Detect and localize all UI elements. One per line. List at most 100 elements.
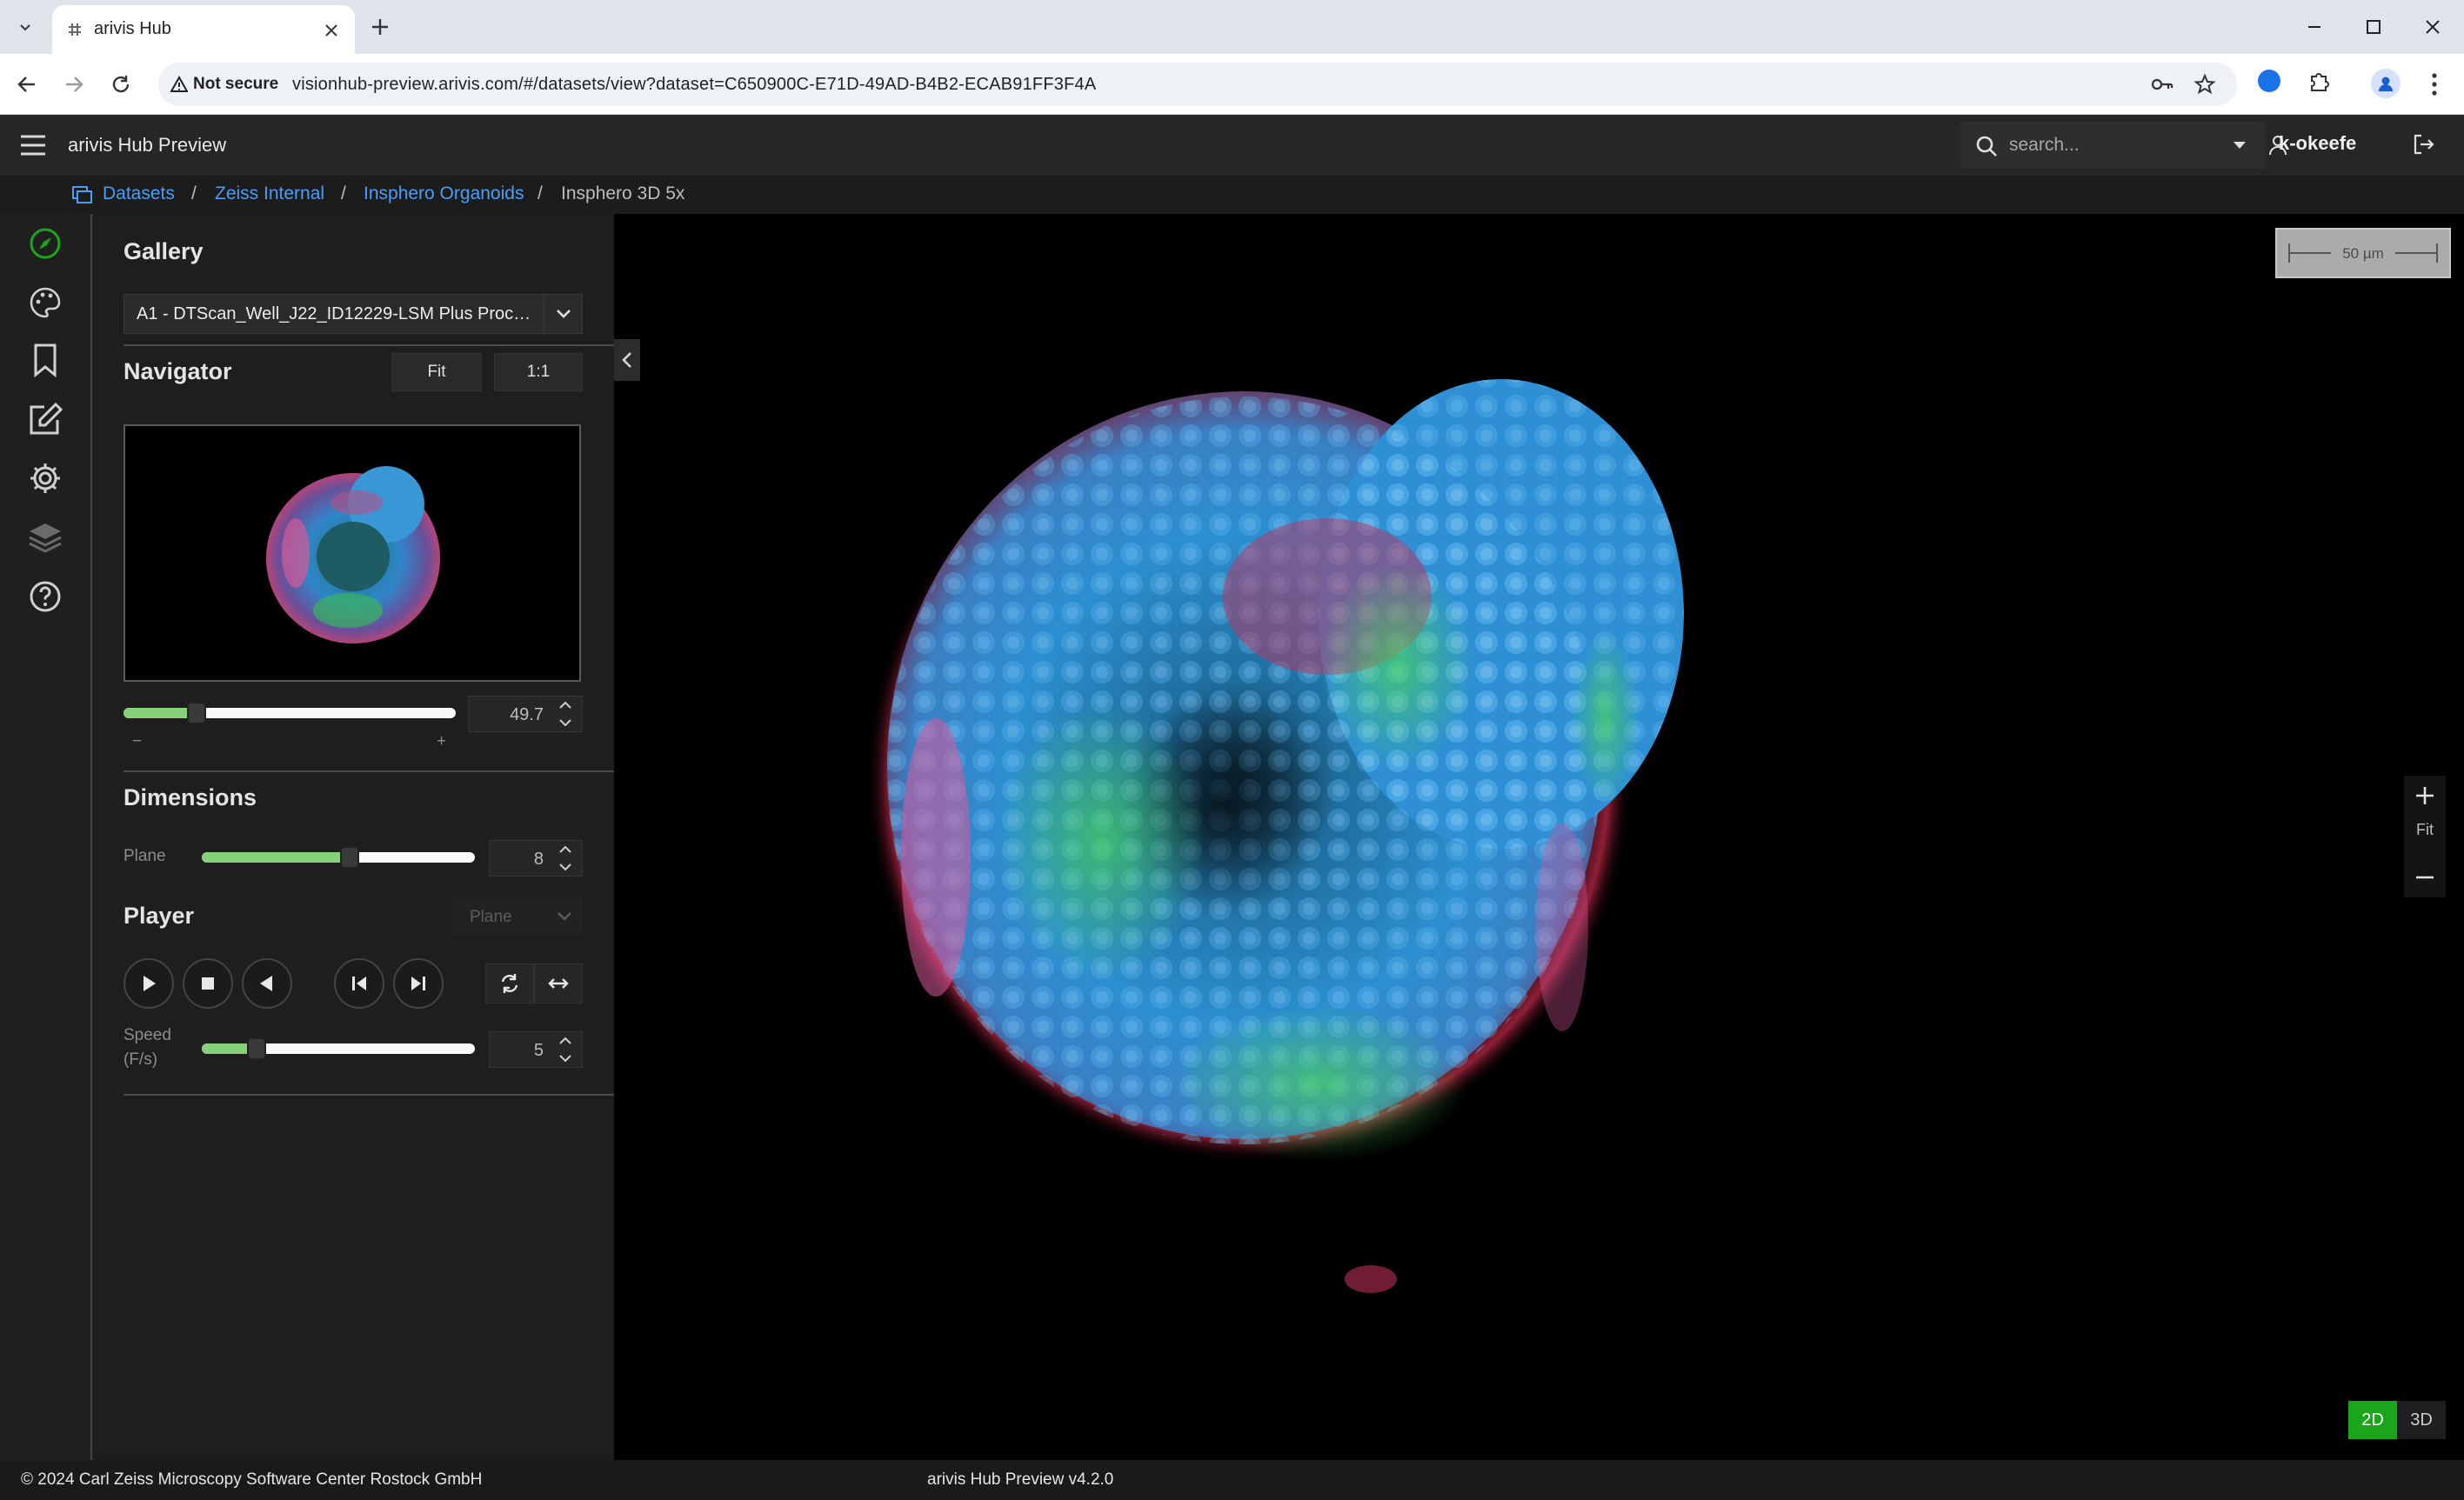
loop-button[interactable] xyxy=(485,963,534,1003)
url-text: visionhub-preview.arivis.com/#/datasets/… xyxy=(292,75,1097,94)
rail-colors-button[interactable] xyxy=(23,280,68,325)
back-arrow-icon[interactable] xyxy=(16,73,38,96)
plane-slider[interactable] xyxy=(202,846,475,869)
tab-search-button[interactable] xyxy=(12,14,38,40)
footer: © 2024 Carl Zeiss Microscopy Software Ce… xyxy=(0,1460,2464,1500)
breadcrumb-insphero-organoids[interactable]: Insphero Organoids xyxy=(364,183,524,204)
player-mode-select[interactable]: Plane xyxy=(452,897,583,936)
gallery-dropdown-toggle[interactable] xyxy=(544,295,582,333)
search-box[interactable] xyxy=(1960,122,2265,169)
plane-slider-handle[interactable] xyxy=(339,846,359,869)
zoom-in-button[interactable] xyxy=(2404,776,2446,816)
stop-button[interactable] xyxy=(183,958,233,1009)
rail-layers-button[interactable] xyxy=(23,515,68,560)
plane-label: Plane xyxy=(124,847,166,865)
caret-down-icon[interactable] xyxy=(2232,139,2247,151)
stop-icon xyxy=(202,977,214,990)
plane-slider-fill xyxy=(202,852,350,863)
rail-navigation-button[interactable] xyxy=(23,221,68,266)
tab-favicon-icon xyxy=(69,23,81,36)
chevron-up-icon xyxy=(559,1037,571,1044)
speed-increment[interactable] xyxy=(552,1032,578,1050)
side-panel: Gallery A1 - DTScan_Well_J22_ID12229-LSM… xyxy=(92,214,614,1460)
zoom-decrement[interactable] xyxy=(552,714,578,731)
logout-icon[interactable] xyxy=(2411,132,2435,157)
bounce-button[interactable] xyxy=(534,963,583,1003)
compass-icon xyxy=(30,228,61,259)
puzzle-extensions-icon[interactable] xyxy=(2307,70,2331,94)
play-button[interactable] xyxy=(124,958,174,1009)
kebab-menu-icon[interactable] xyxy=(2425,71,2444,97)
dimensions-heading: Dimensions xyxy=(124,784,257,810)
chevron-down-icon xyxy=(556,310,571,318)
chevron-up-icon xyxy=(559,845,571,853)
speed-value-field[interactable]: 5 xyxy=(489,1031,583,1068)
forward-arrow-icon[interactable] xyxy=(63,73,85,96)
speed-decrement[interactable] xyxy=(552,1050,578,1067)
image-viewer[interactable]: 50 µm Fit 2D 3D xyxy=(614,214,2464,1460)
layers-icon xyxy=(29,523,62,553)
breadcrumb-datasets[interactable]: Datasets xyxy=(103,183,175,204)
search-icon xyxy=(1976,136,1997,157)
scale-bar-label: 50 µm xyxy=(2342,245,2384,262)
tab-title: arivis Hub xyxy=(94,19,171,38)
zoom-slider[interactable] xyxy=(124,702,456,724)
reload-icon[interactable] xyxy=(110,73,132,96)
collapse-panel-button[interactable] xyxy=(614,339,640,381)
plane-decrement[interactable] xyxy=(552,858,578,876)
bookmark-icon xyxy=(34,343,57,377)
breadcrumb-separator: / xyxy=(341,183,346,203)
plane-increment[interactable] xyxy=(552,841,578,858)
zoom-value-field[interactable]: 49.7 xyxy=(468,696,583,732)
user-name[interactable]: k-okeefe xyxy=(2279,132,2356,155)
hamburger-menu-icon[interactable] xyxy=(19,134,47,157)
rail-settings-button[interactable] xyxy=(23,456,68,501)
new-tab-icon[interactable] xyxy=(369,16,391,38)
zoom-fit-button[interactable]: Fit xyxy=(2404,821,2446,839)
skip-previous-icon xyxy=(352,977,366,990)
zoom-out-button[interactable] xyxy=(2404,857,2446,897)
rail-help-button[interactable] xyxy=(23,574,68,619)
browser-toolbar: Not secure visionhub-preview.arivis.com/… xyxy=(0,54,2464,115)
search-input[interactable] xyxy=(2009,130,2218,160)
section-divider xyxy=(124,1094,614,1096)
last-plane-button[interactable] xyxy=(393,958,444,1009)
mode-3d-button[interactable]: 3D xyxy=(2397,1401,2446,1439)
browser-tab-active[interactable]: arivis Hub xyxy=(52,5,355,54)
tool-rail xyxy=(0,214,92,1460)
gallery-select[interactable]: A1 - DTScan_Well_J22_ID12229-LSM Plus Pr… xyxy=(124,294,583,334)
scale-bar: 50 µm xyxy=(2275,228,2451,278)
breadcrumb-separator: / xyxy=(191,183,197,203)
plane-value-field[interactable]: 8 xyxy=(489,840,583,877)
zoom-slider-fill xyxy=(124,708,197,718)
window-close-icon[interactable] xyxy=(2423,17,2442,37)
minimize-icon[interactable] xyxy=(2305,17,2324,37)
close-icon[interactable] xyxy=(324,23,339,38)
navigator-thumbnail[interactable] xyxy=(124,424,581,682)
extension-icon[interactable] xyxy=(2258,70,2280,92)
rail-annotate-button[interactable] xyxy=(23,397,68,442)
profile-avatar[interactable] xyxy=(2371,69,2401,98)
zoom-slider-handle[interactable] xyxy=(187,702,207,724)
rail-bookmarks-button[interactable] xyxy=(23,337,68,383)
speed-value: 5 xyxy=(533,1041,544,1060)
chevron-left-icon xyxy=(622,352,631,368)
play-reverse-button[interactable] xyxy=(242,958,292,1009)
mode-2d-button[interactable]: 2D xyxy=(2348,1401,2397,1439)
address-bar[interactable]: Not secure visionhub-preview.arivis.com/… xyxy=(158,63,2237,106)
security-status[interactable]: Not secure xyxy=(193,75,278,94)
maximize-icon[interactable] xyxy=(2364,17,2383,37)
minus-icon xyxy=(2416,876,2434,879)
first-plane-button[interactable] xyxy=(334,958,384,1009)
fit-button[interactable]: Fit xyxy=(391,353,482,391)
chevron-down-icon xyxy=(559,1055,571,1063)
password-key-icon[interactable] xyxy=(2150,74,2174,95)
one-to-one-button[interactable]: 1:1 xyxy=(494,353,583,391)
zoom-increment[interactable] xyxy=(552,697,578,714)
bookmark-star-icon[interactable] xyxy=(2194,73,2216,96)
speed-slider-handle[interactable] xyxy=(246,1037,266,1060)
breadcrumb-separator: / xyxy=(538,183,543,203)
player-mode-value: Plane xyxy=(470,908,512,926)
breadcrumb-zeiss-internal[interactable]: Zeiss Internal xyxy=(215,183,324,204)
speed-slider[interactable] xyxy=(202,1037,475,1060)
